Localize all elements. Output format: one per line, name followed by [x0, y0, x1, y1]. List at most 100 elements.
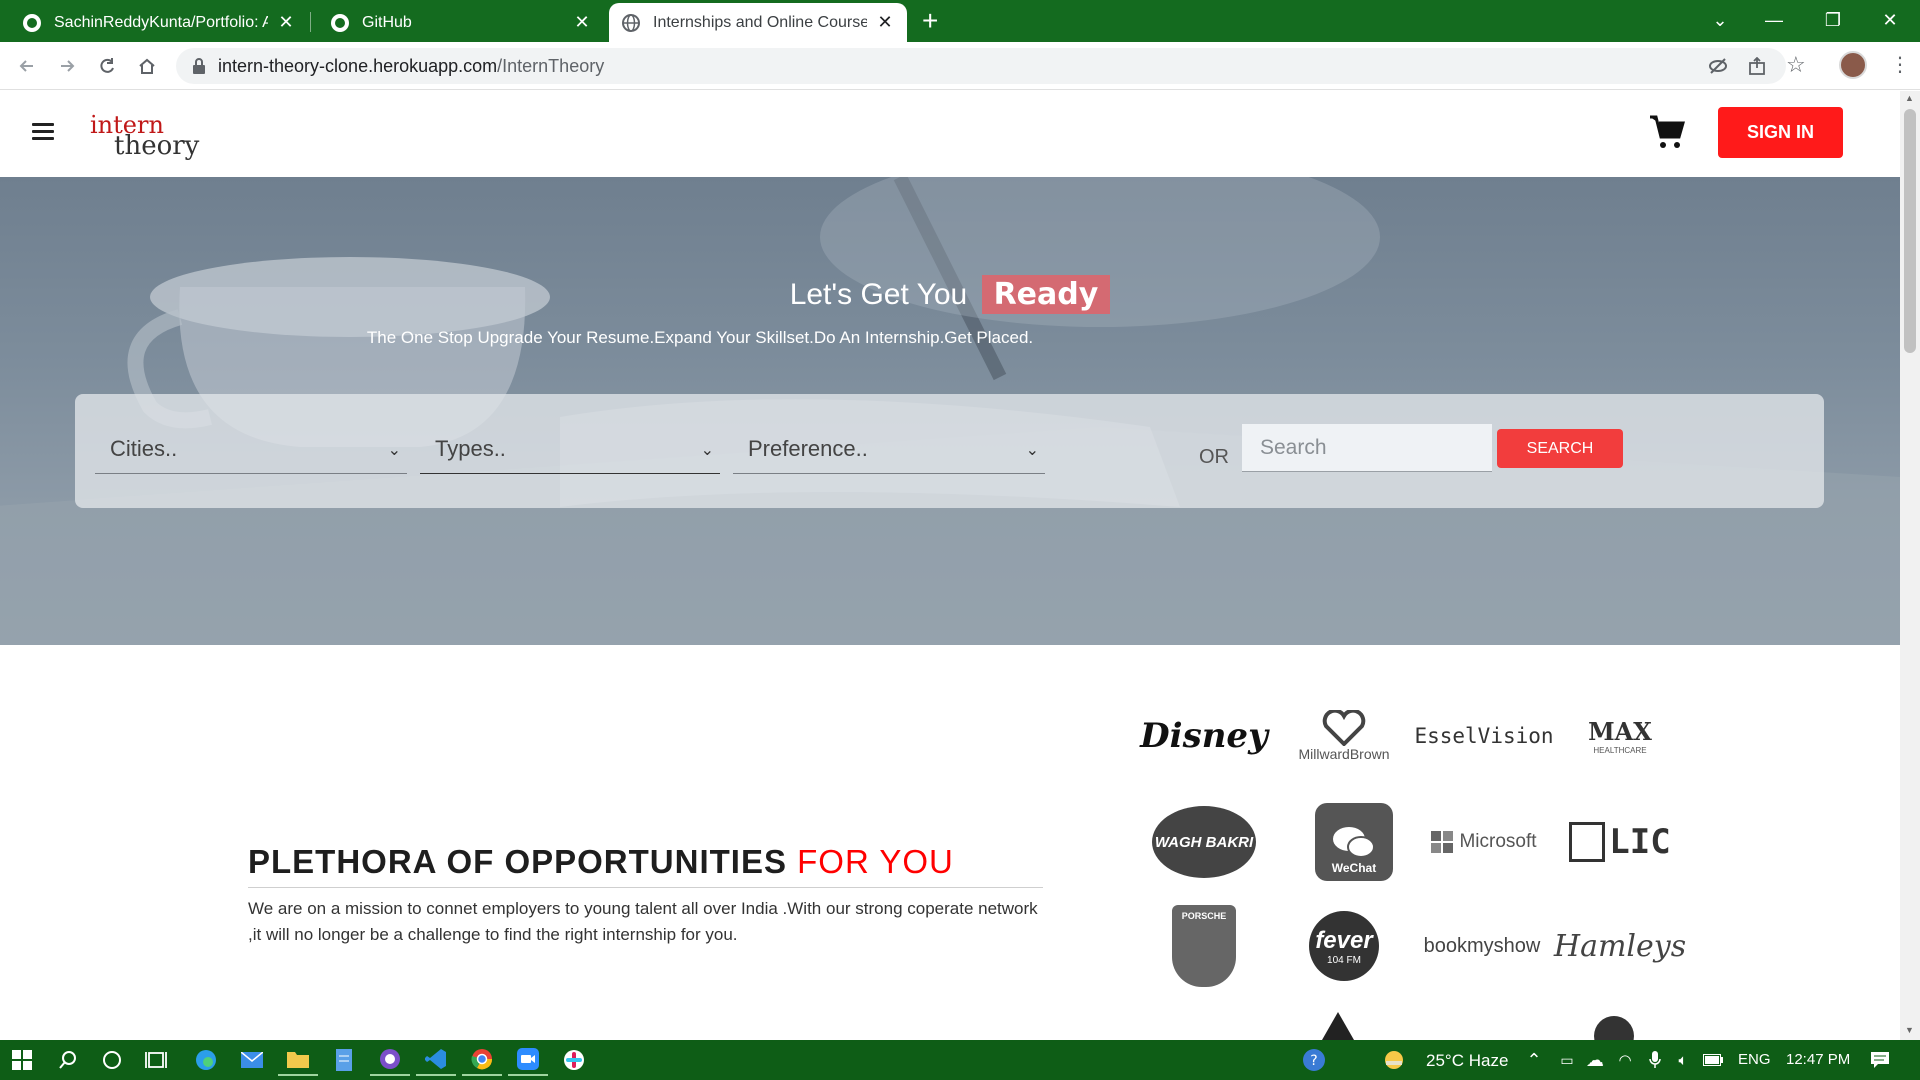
windows-taskbar: ? 25°C Haze ⌃ ▭ ☁ ◠ 🔈︎ ENG 12:47 PM	[0, 1040, 1920, 1080]
globe-icon	[622, 13, 640, 32]
onedrive-icon[interactable]: ☁	[1580, 1044, 1610, 1076]
cortana-icon[interactable]	[92, 1044, 132, 1076]
address-toolbar: intern-theory-clone.herokuapp.com/Intern…	[0, 42, 1920, 90]
browser-tab-strip: SachinReddyKunta/Portfolio: A p ✕ GitHub…	[0, 0, 1920, 42]
window-close-icon[interactable]: ✕	[1860, 0, 1920, 40]
language-indicator[interactable]: ENG	[1738, 1051, 1771, 1068]
new-tab-button[interactable]: +	[922, 6, 938, 36]
tab-search-icon[interactable]: ⌄	[1690, 0, 1750, 40]
hero-banner: Let's Get You Ready The One Stop Upgrade…	[0, 177, 1900, 645]
edge-icon[interactable]	[186, 1044, 226, 1076]
weather-sun-icon[interactable]	[1382, 1044, 1406, 1076]
restore-icon[interactable]: ❐	[1803, 0, 1863, 40]
bookmark-star-icon[interactable]: ☆	[1786, 52, 1806, 78]
site-logo[interactable]: intern theory	[90, 111, 200, 163]
zoom-icon[interactable]	[508, 1044, 548, 1076]
logo-line2: theory	[114, 131, 200, 161]
microsoft-logo: Microsoft	[1424, 800, 1544, 884]
fever-fm-logo: fever 104 FM	[1290, 904, 1398, 988]
back-icon[interactable]	[11, 50, 43, 82]
weather-text[interactable]: 25°C Haze	[1426, 1051, 1508, 1071]
battery-icon[interactable]	[1698, 1044, 1728, 1076]
help-icon[interactable]: ?	[1294, 1044, 1334, 1076]
scroll-down-icon[interactable]: ▼	[1905, 1025, 1914, 1035]
search-button[interactable]: SEARCH	[1497, 429, 1623, 468]
close-tab-icon[interactable]: ✕	[276, 12, 296, 33]
divider	[248, 887, 1043, 888]
mail-icon[interactable]	[232, 1044, 272, 1076]
esselvision-logo: EsselVision	[1414, 694, 1553, 778]
cart-icon[interactable]	[1648, 113, 1686, 151]
scrollbar-thumb[interactable]	[1904, 109, 1916, 353]
volume-icon[interactable]: 🔈︎	[1668, 1044, 1698, 1076]
browser-menu-icon[interactable]: ⋮	[1890, 52, 1910, 77]
github-icon	[23, 13, 41, 32]
profile-avatar[interactable]	[1839, 51, 1867, 79]
url-path: /InternTheory	[497, 56, 605, 76]
omnibox[interactable]: intern-theory-clone.herokuapp.com/Intern…	[176, 48, 1806, 84]
fever-fm-badge: fever 104 FM	[1309, 911, 1379, 981]
close-tab-icon[interactable]: ✕	[572, 12, 592, 33]
reload-icon[interactable]	[91, 50, 123, 82]
search-input[interactable]	[1242, 424, 1492, 472]
share-icon[interactable]	[1748, 57, 1766, 75]
opportunities-title: PLETHORA OF OPPORTUNITIES	[248, 843, 787, 880]
notifications-icon[interactable]	[1860, 1044, 1900, 1076]
chrome-icon[interactable]	[462, 1044, 502, 1076]
svg-text:?: ?	[1310, 1053, 1317, 1069]
lic-emblem	[1569, 822, 1606, 862]
chevron-up-icon[interactable]: ⌃	[1516, 1044, 1552, 1076]
max-logo-text: MAX	[1588, 717, 1652, 746]
meet-now-icon[interactable]: ▭	[1552, 1044, 1582, 1076]
close-tab-icon[interactable]: ✕	[875, 12, 895, 33]
hamburger-menu-icon[interactable]	[32, 119, 54, 144]
windows-start-icon[interactable]	[2, 1044, 42, 1076]
fever-logo-subtext: 104 FM	[1327, 954, 1361, 966]
tab-github[interactable]: GitHub ✕	[318, 3, 604, 42]
wechat-logo: WeChat	[1300, 800, 1408, 884]
scroll-up-icon[interactable]: ▲	[1905, 93, 1914, 103]
types-select[interactable]: Types.. ⌄	[420, 424, 720, 474]
wagh-bakri-logo: WAGH BAKRI	[1150, 800, 1258, 884]
lic-logo-text: LIC	[1609, 822, 1671, 862]
task-view-icon[interactable]	[136, 1044, 176, 1076]
preference-select-label: Preference..	[748, 435, 868, 461]
porsche-logo-text: PORSCHE	[1172, 905, 1236, 987]
eye-off-icon[interactable]	[1708, 57, 1728, 75]
search-panel: Cities.. ⌄ Types.. ⌄ Preference.. ⌄ OR S…	[75, 394, 1824, 508]
sign-in-button[interactable]: SIGN IN	[1718, 107, 1843, 158]
hero-subtitle: The One Stop Upgrade Your Resume.Expand …	[366, 328, 1034, 347]
fever-logo-text: fever	[1315, 926, 1373, 954]
lock-icon[interactable]	[192, 58, 206, 74]
chat-bubbles-icon	[1333, 827, 1375, 858]
github-desktop-icon[interactable]	[370, 1044, 410, 1076]
hero-title: Let's Get You Ready	[0, 275, 1900, 314]
disney-logo: Disney	[1140, 694, 1268, 778]
partner-logo-partial	[1322, 1012, 1354, 1040]
vscode-icon[interactable]	[416, 1044, 456, 1076]
cities-select[interactable]: Cities.. ⌄	[95, 424, 407, 474]
home-icon[interactable]	[131, 50, 163, 82]
tab-intern-theory[interactable]: Internships and Online Courses f ✕	[609, 3, 907, 42]
clock-time[interactable]: 12:47 PM	[1786, 1051, 1850, 1068]
notepad-icon[interactable]	[324, 1044, 364, 1076]
tab-portfolio[interactable]: SachinReddyKunta/Portfolio: A p ✕	[10, 3, 308, 42]
hero-title-highlight: Ready	[981, 275, 1111, 314]
heart-mark-icon	[1322, 710, 1366, 746]
forward-icon[interactable]	[51, 50, 83, 82]
search-icon[interactable]	[48, 1044, 88, 1076]
preference-select[interactable]: Preference.. ⌄	[733, 424, 1045, 474]
microphone-icon[interactable]	[1640, 1044, 1670, 1076]
url-text[interactable]: intern-theory-clone.herokuapp.com/Intern…	[218, 56, 604, 77]
slack-icon[interactable]	[554, 1044, 594, 1076]
wechat-logo-text: WeChat	[1331, 861, 1377, 875]
url-host: intern-theory-clone.herokuapp.com	[218, 56, 498, 76]
github-icon	[331, 13, 349, 32]
minimize-icon[interactable]: —	[1744, 0, 1804, 40]
page-scrollbar[interactable]: ▲ ▼	[1900, 91, 1920, 1040]
millwardbrown-logo: MillwardBrown	[1290, 694, 1398, 778]
or-label: OR	[1199, 446, 1229, 468]
max-healthcare-logo: MAX HEALTHCARE	[1566, 694, 1674, 778]
file-explorer-icon[interactable]	[278, 1044, 318, 1076]
wifi-icon[interactable]: ◠	[1610, 1044, 1640, 1076]
